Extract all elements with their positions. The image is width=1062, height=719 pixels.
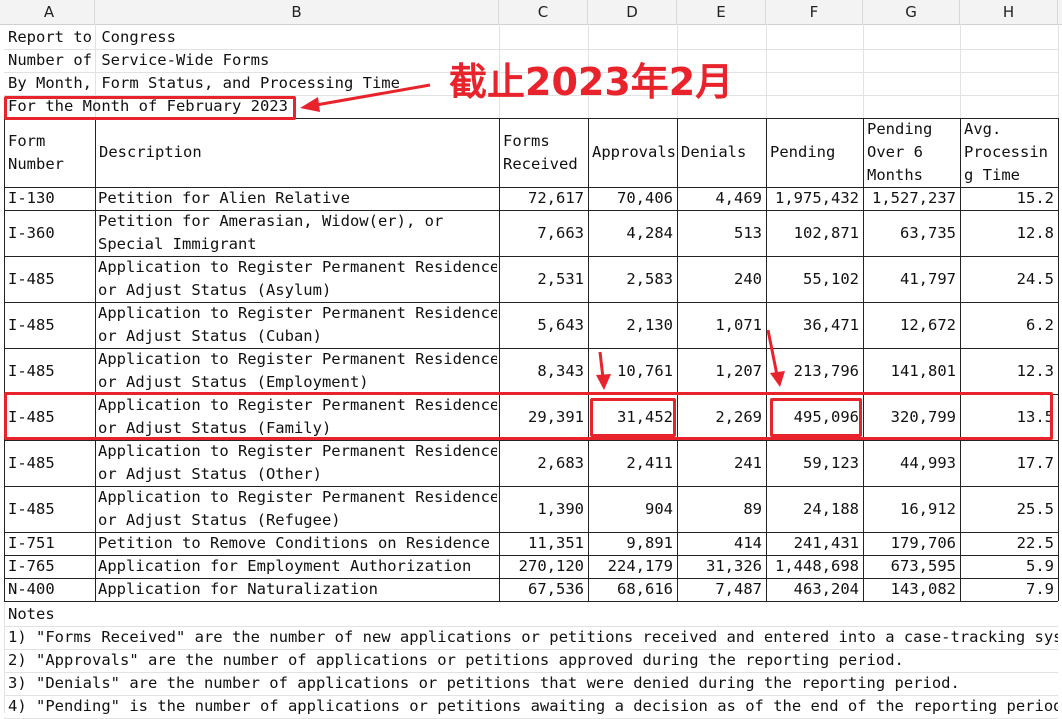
spreadsheet-view: ABCDEFGH Report to Congress Number of Ser… [0, 0, 1062, 719]
arrow-to-approvals [596, 351, 611, 390]
annotation-arrows [300, 83, 785, 390]
arrow-to-pending [766, 329, 785, 387]
arrow-to-report-month [300, 83, 431, 112]
